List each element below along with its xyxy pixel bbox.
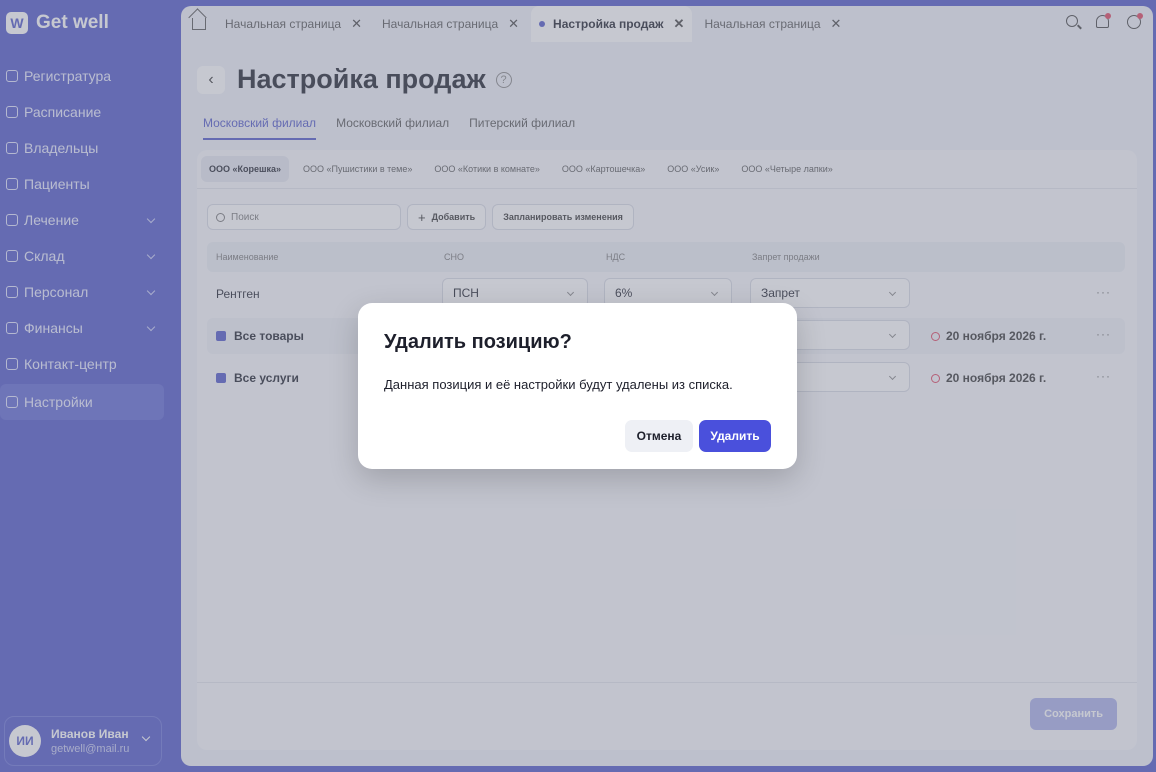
- dialog-title: Удалить позицию?: [384, 331, 572, 353]
- cancel-button[interactable]: Отмена: [625, 420, 693, 452]
- delete-dialog: Удалить позицию? Данная позиция и её нас…: [358, 303, 797, 469]
- delete-button[interactable]: Удалить: [699, 420, 771, 452]
- dialog-message: Данная позиция и её настройки будут удал…: [384, 377, 733, 392]
